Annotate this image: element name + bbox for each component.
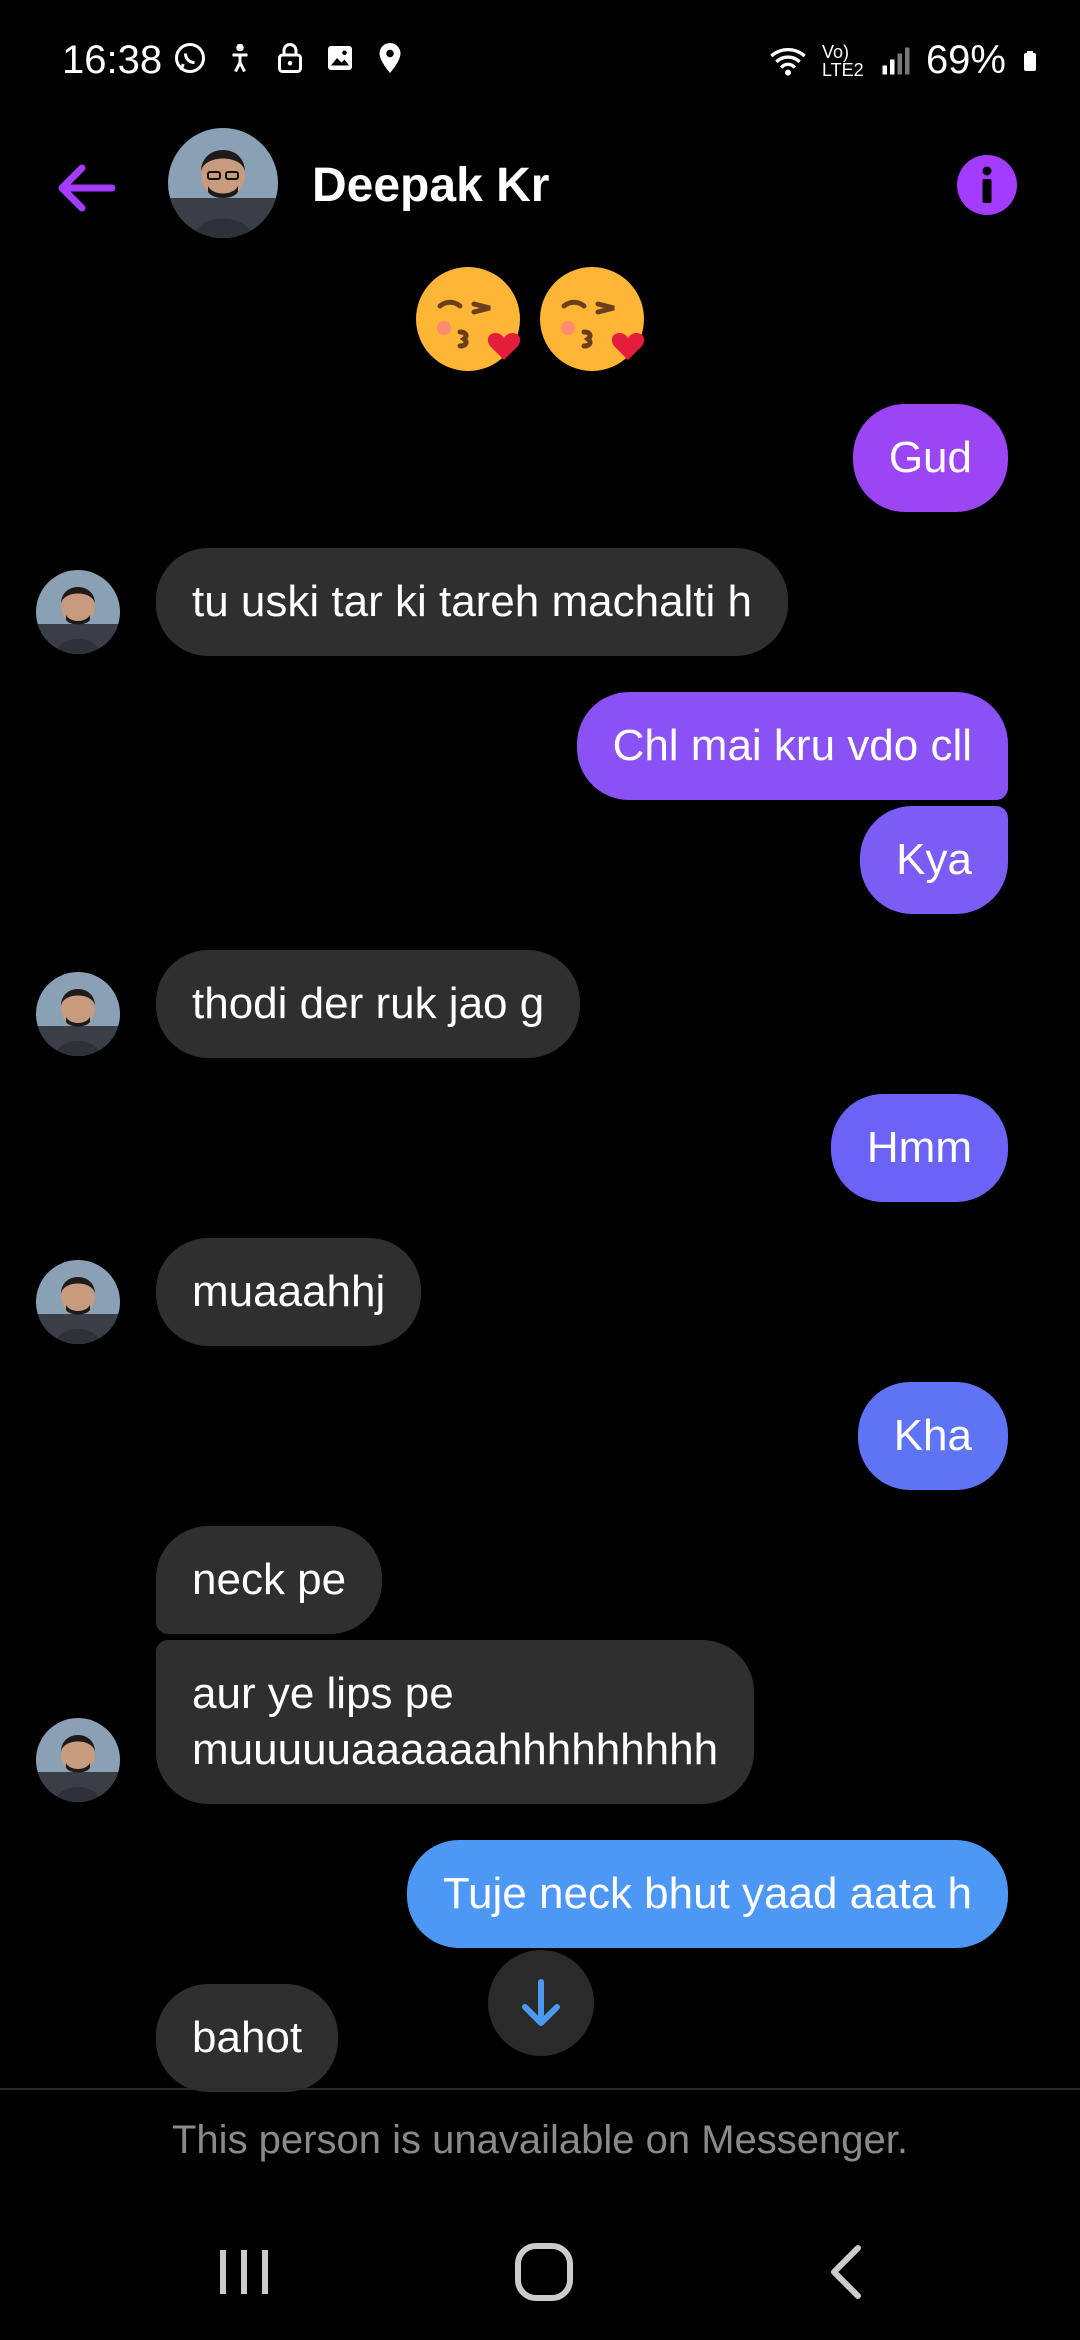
recents-icon[interactable] [204, 2236, 284, 2308]
unavailable-notice: This person is unavailable on Messenger. [172, 2118, 908, 2162]
system-navigation-bar [0, 2200, 1080, 2340]
message-bubble-incoming[interactable]: muaaahhj [156, 1238, 422, 1346]
notification-icons [172, 40, 408, 76]
status-bar: 16:38 Vo) LTE2 69% [0, 0, 1080, 120]
network-type: Vo) LTE2 [821, 41, 864, 80]
message-bubble-outgoing[interactable]: Chl mai kru vdo cll [576, 692, 1008, 800]
gallery-icon [328, 46, 352, 70]
battery-percent: 69% [925, 38, 1006, 82]
accessibility-icon [232, 43, 248, 73]
message-bubble-outgoing[interactable]: Tuje neck bhut yaad aata h [406, 1840, 1008, 1948]
arrow-down-icon [522, 1979, 560, 2026]
back-icon[interactable] [808, 2236, 888, 2308]
message-bubble-outgoing[interactable]: Gud [852, 404, 1008, 512]
conversation-header: Deepak Kr [0, 120, 1080, 250]
wifi-icon [770, 47, 806, 76]
sender-avatar[interactable] [36, 570, 120, 654]
arrow-left-icon[interactable] [50, 158, 120, 218]
battery-icon [1024, 50, 1036, 71]
sender-avatar[interactable] [36, 972, 120, 1056]
status-time: 16:38 [62, 38, 163, 82]
scroll-to-bottom-button[interactable] [488, 1950, 594, 2056]
message-bubble-outgoing[interactable]: Kha [857, 1382, 1008, 1490]
message-bubble-outgoing[interactable]: Hmm [830, 1094, 1008, 1202]
message-bubble-outgoing[interactable]: Kya [860, 806, 1008, 914]
home-icon[interactable] [504, 2236, 584, 2308]
message-bubble-incoming[interactable]: neck pe [156, 1526, 383, 1634]
contact-avatar[interactable] [168, 128, 278, 238]
emoji-message[interactable] [414, 262, 652, 376]
message-bubble-incoming[interactable]: thodi der ruk jao g [156, 950, 581, 1058]
composer-divider [0, 2088, 1080, 2090]
message-bubble-incoming-multiline[interactable]: aur ye lips pe muuuuuaaaaaahhhhhhhhh [156, 1640, 755, 1804]
lock-icon [278, 43, 302, 73]
info-icon[interactable] [956, 154, 1018, 216]
sender-avatar[interactable] [36, 1718, 120, 1802]
message-bubble-incoming[interactable]: bahot [156, 1984, 339, 2092]
signal-icon [882, 47, 910, 74]
sender-avatar[interactable] [36, 1260, 120, 1344]
message-bubble-incoming[interactable]: tu uski tar ki tareh machalti h [156, 548, 789, 656]
whatsapp-icon [175, 43, 205, 73]
message-line: muuuuuaaaaaahhhhhhhhh [192, 1725, 719, 1774]
kissing-heart-emoji-icon [540, 267, 645, 371]
kissing-heart-emoji-icon [416, 267, 521, 371]
message-line: aur ye lips pe [192, 1669, 454, 1718]
location-icon [379, 43, 401, 73]
contact-name[interactable]: Deepak Kr [312, 158, 549, 213]
status-right: Vo) LTE2 69% [766, 38, 1042, 83]
